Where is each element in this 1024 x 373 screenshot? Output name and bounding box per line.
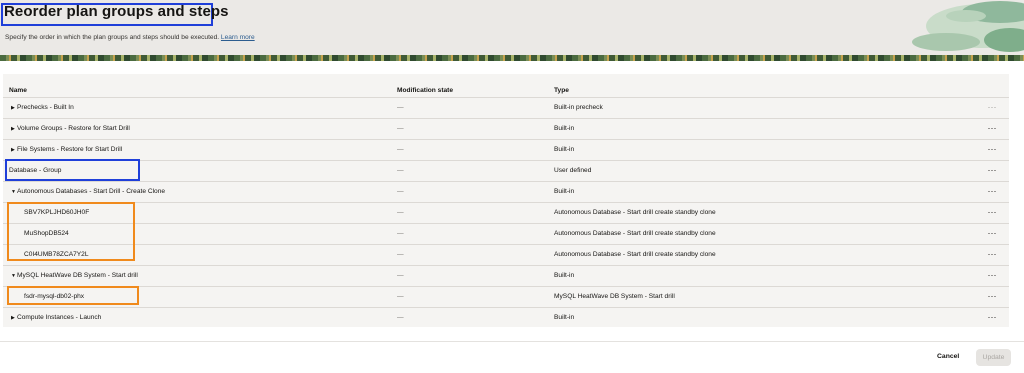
row-type: Built-in precheck — [554, 104, 603, 111]
table-row[interactable]: MuShopDB524 — Autonomous Database - Star… — [3, 223, 1009, 244]
row-type: MySQL HeatWave DB System - Start drill — [554, 293, 675, 300]
row-name: Prechecks - Built In — [17, 104, 74, 111]
update-button[interactable]: Update — [976, 349, 1011, 366]
table-row[interactable]: ▶ Compute Instances - Launch — Built-in … — [3, 307, 1009, 328]
row-type: User defined — [554, 167, 592, 174]
row-type: Built-in — [554, 188, 575, 195]
row-type: Autonomous Database - Start drill create… — [554, 251, 716, 258]
learn-more-link[interactable]: Learn more — [221, 34, 255, 41]
ellipsis-icon[interactable]: ··· — [984, 206, 1000, 220]
table-row[interactable]: fsdr-mysql-db02-phx — MySQL HeatWave DB … — [3, 286, 1009, 307]
row-type: Built-in — [554, 125, 575, 132]
row-modification-state: — — [397, 104, 404, 111]
subtitle-text: Specify the order in which the plan grou… — [5, 34, 220, 41]
column-header-name: Name — [9, 87, 27, 94]
row-modification-state: — — [397, 146, 404, 153]
ellipsis-icon[interactable]: ··· — [984, 248, 1000, 262]
ellipsis-icon[interactable]: ··· — [984, 269, 1000, 283]
row-type: Built-in — [554, 146, 575, 153]
decorative-band — [0, 55, 1024, 61]
caret-down-icon[interactable]: ▼ — [11, 271, 16, 281]
autonomous-db-steps-highlight-box — [7, 202, 135, 261]
caret-down-icon[interactable]: ▼ — [11, 187, 16, 197]
row-name: Autonomous Databases - Start Drill - Cre… — [17, 188, 166, 195]
table-row[interactable]: ▼ MySQL HeatWave DB System - Start drill… — [3, 265, 1009, 286]
page-title: Reorder plan groups and steps — [4, 3, 229, 20]
caret-right-icon[interactable]: ▶ — [11, 103, 15, 113]
caret-right-icon[interactable]: ▶ — [11, 313, 15, 323]
page-subtitle: Specify the order in which the plan grou… — [5, 34, 255, 41]
row-type: Autonomous Database - Start drill create… — [554, 230, 716, 237]
row-type: Built-in — [554, 272, 575, 279]
column-header-modification-state: Modification state — [397, 87, 454, 94]
row-name: Volume Groups - Restore for Start Drill — [17, 125, 130, 132]
row-type: Autonomous Database - Start drill create… — [554, 209, 716, 216]
ellipsis-icon[interactable]: ··· — [984, 164, 1000, 178]
table-row[interactable]: ▶ File Systems - Restore for Start Drill… — [3, 139, 1009, 160]
mysql-step-highlight-box — [7, 286, 139, 305]
table-row[interactable]: Database - Group — User defined ··· — [3, 160, 1009, 181]
ellipsis-icon[interactable]: ··· — [984, 122, 1000, 136]
table-row[interactable]: SBV7KPLJHD60JH0F — Autonomous Database -… — [3, 202, 1009, 223]
row-modification-state: — — [397, 272, 404, 279]
row-type: Built-in — [554, 314, 575, 321]
row-modification-state: — — [397, 314, 404, 321]
row-modification-state: — — [397, 209, 404, 216]
ellipsis-icon[interactable]: ··· — [984, 101, 1000, 115]
row-modification-state: — — [397, 125, 404, 132]
row-modification-state: — — [397, 293, 404, 300]
table-row[interactable]: ▶ Prechecks - Built In — Built-in preche… — [3, 97, 1009, 118]
page-header: Reorder plan groups and steps Specify th… — [0, 0, 1024, 57]
column-header-type: Type — [554, 87, 569, 94]
caret-right-icon[interactable]: ▶ — [11, 124, 15, 134]
row-modification-state: — — [397, 230, 404, 237]
row-name: Compute Instances - Launch — [17, 314, 102, 321]
row-modification-state: — — [397, 251, 404, 258]
ellipsis-icon[interactable]: ··· — [984, 290, 1000, 304]
table-row[interactable]: C0I4UMB78ZCA7Y2L — Autonomous Database -… — [3, 244, 1009, 265]
table-row[interactable]: ▼ Autonomous Databases - Start Drill - C… — [3, 181, 1009, 202]
row-modification-state: — — [397, 188, 404, 195]
ellipsis-icon[interactable]: ··· — [984, 227, 1000, 241]
row-modification-state: — — [397, 167, 404, 174]
cancel-button[interactable]: Cancel — [937, 351, 959, 363]
decorative-leaf-illustration — [912, 1, 1024, 52]
row-name: File Systems - Restore for Start Drill — [17, 146, 123, 153]
footer-divider — [0, 341, 1024, 342]
table-row[interactable]: ▶ Volume Groups - Restore for Start Dril… — [3, 118, 1009, 139]
ellipsis-icon[interactable]: ··· — [984, 185, 1000, 199]
database-group-highlight-box — [5, 159, 140, 181]
ellipsis-icon[interactable]: ··· — [984, 143, 1000, 157]
caret-right-icon[interactable]: ▶ — [11, 145, 15, 155]
ellipsis-icon[interactable]: ··· — [984, 311, 1000, 325]
row-name: MySQL HeatWave DB System - Start drill — [17, 272, 138, 279]
